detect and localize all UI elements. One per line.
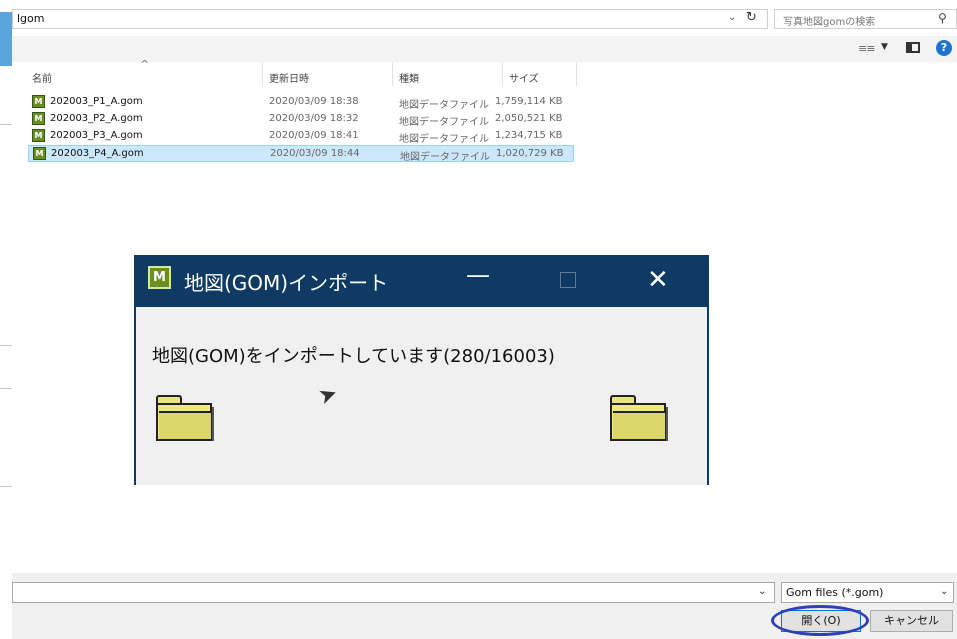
maximize-icon <box>560 272 576 288</box>
import-progress-dialog: M 地図(GOM)インポート — ✕ 地図(GOM)をインポートしています(28… <box>134 255 709 485</box>
column-header-type[interactable]: 種類 <box>399 70 419 85</box>
file-type: 地図データファイル <box>400 152 490 163</box>
file-type: 地図データファイル <box>399 134 489 145</box>
column-divider[interactable] <box>576 62 577 86</box>
help-icon[interactable]: ? <box>936 40 952 56</box>
column-header-date[interactable]: 更新日時 <box>269 70 309 85</box>
preview-pane-icon[interactable] <box>906 42 920 53</box>
file-size: 1,759,114 KB <box>495 96 563 107</box>
chevron-down-icon[interactable]: ⌄ <box>728 12 736 23</box>
gom-file-icon: M <box>33 147 46 160</box>
search-placeholder: 写真地図gomの検索 <box>783 17 876 28</box>
column-divider[interactable] <box>502 62 503 86</box>
view-dropdown-icon[interactable]: ▼ <box>881 42 888 52</box>
file-row[interactable]: M 202003_P1_A.gom 2020/03/09 18:38 地図データ… <box>28 94 574 111</box>
sort-ascending-icon: ^ <box>140 58 150 71</box>
file-size: 2,050,521 KB <box>495 113 563 124</box>
file-row[interactable]: M 202003_P3_A.gom 2020/03/09 18:41 地図データ… <box>28 128 574 145</box>
file-type: 地図データファイル <box>399 117 489 128</box>
flying-paper-icon: ➤ <box>315 380 342 411</box>
chevron-down-icon[interactable]: ⌄ <box>940 586 948 597</box>
gom-file-icon: M <box>32 112 45 125</box>
file-name: 202003_P3_A.gom <box>50 130 143 141</box>
column-divider[interactable] <box>262 62 263 86</box>
progress-message: 地図(GOM)をインポートしています(280/16003) <box>152 346 555 367</box>
address-path: lgom <box>17 12 45 25</box>
command-bar <box>12 36 957 62</box>
address-bar[interactable]: lgom <box>12 9 768 29</box>
file-date: 2020/03/09 18:38 <box>269 96 359 107</box>
column-divider[interactable] <box>392 62 393 86</box>
cancel-button[interactable]: キャンセル <box>870 610 953 632</box>
dialog-title: 地図(GOM)インポート <box>184 271 389 295</box>
column-header-size[interactable]: サイズ <box>509 70 539 85</box>
dialog-title-bar[interactable]: M 地図(GOM)インポート — ✕ <box>136 255 707 307</box>
gom-file-icon: M <box>32 129 45 142</box>
gom-file-icon: M <box>32 95 45 108</box>
minimize-icon[interactable]: — <box>466 261 490 289</box>
background-window-divider <box>0 388 12 389</box>
column-header-name[interactable]: 名前 <box>32 70 52 85</box>
background-window-divider <box>0 486 12 487</box>
file-name: 202003_P2_A.gom <box>50 113 143 124</box>
file-name-input[interactable] <box>12 582 775 603</box>
file-type-value: Gom files (*.gom) <box>786 586 884 599</box>
view-options-icon[interactable]: ≡≡ <box>858 42 875 55</box>
close-icon[interactable]: ✕ <box>647 265 669 295</box>
file-date: 2020/03/09 18:32 <box>269 113 359 124</box>
file-name: 202003_P4_A.gom <box>51 148 144 159</box>
file-size: 1,234,715 KB <box>495 130 563 141</box>
background-window-edge <box>0 12 12 66</box>
file-row[interactable]: M 202003_P2_A.gom 2020/03/09 18:32 地図データ… <box>28 111 574 128</box>
background-window-divider <box>0 124 12 125</box>
file-size: 1,020,729 KB <box>496 148 564 159</box>
file-type: 地図データファイル <box>399 100 489 111</box>
chevron-down-icon[interactable]: ⌄ <box>758 586 766 597</box>
background-window-divider <box>0 345 12 346</box>
search-icon[interactable]: ⚲ <box>938 11 947 25</box>
refresh-icon[interactable]: ↻ <box>746 10 757 25</box>
destination-folder-icon <box>610 395 668 441</box>
source-folder-icon <box>156 395 214 441</box>
app-icon: M <box>148 266 171 289</box>
file-date: 2020/03/09 18:41 <box>269 130 359 141</box>
file-row-selected[interactable]: M 202003_P4_A.gom 2020/03/09 18:44 地図データ… <box>28 145 574 163</box>
file-name: 202003_P1_A.gom <box>50 96 143 107</box>
search-input[interactable]: 写真地図gomの検索 ⚲ <box>774 9 957 29</box>
highlight-annotation-circle <box>771 605 869 636</box>
file-type-select[interactable]: Gom files (*.gom) ⌄ <box>781 582 954 603</box>
file-date: 2020/03/09 18:44 <box>270 148 360 159</box>
